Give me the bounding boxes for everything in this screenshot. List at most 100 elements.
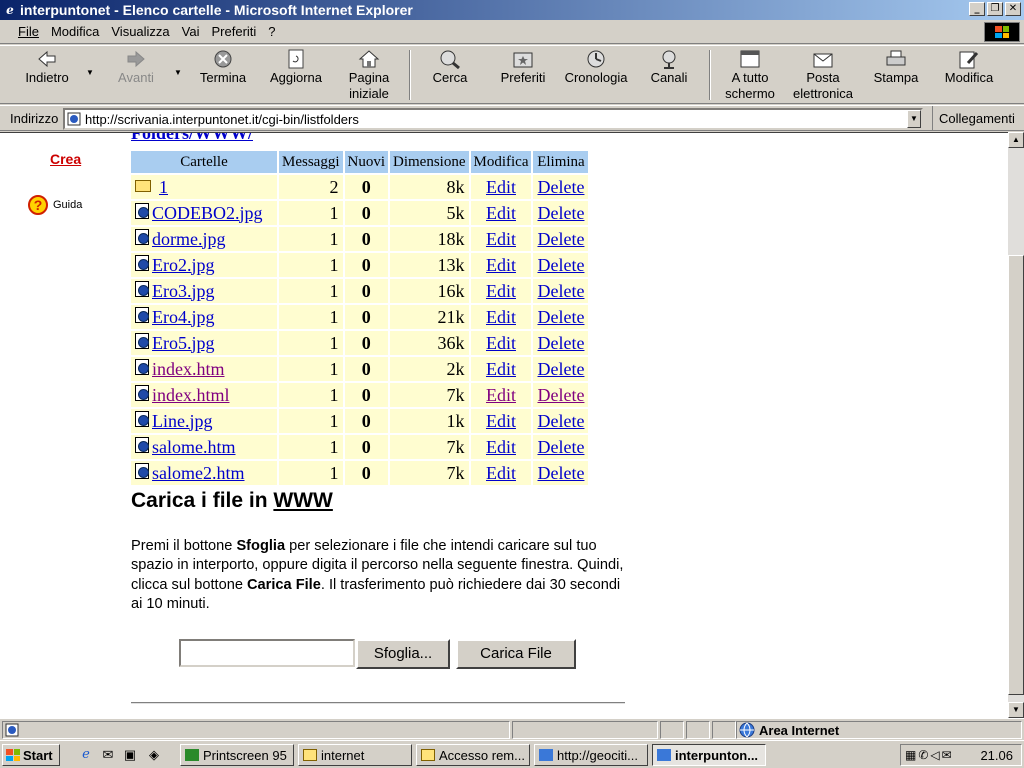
address-dropdown-button[interactable]: ▼ — [907, 110, 921, 128]
cell-delete: Delete — [533, 227, 589, 251]
delete-link[interactable]: Delete — [537, 463, 584, 483]
menu-visualizza[interactable]: Visualizza — [105, 24, 175, 39]
delete-link[interactable]: Delete — [537, 255, 584, 275]
menu-vai[interactable]: Vai — [176, 24, 206, 39]
task-internet[interactable]: internet — [298, 744, 412, 766]
delete-link[interactable]: Delete — [537, 411, 584, 431]
item-link[interactable]: salome2.htm — [152, 463, 245, 483]
search-button[interactable]: Cerca — [420, 48, 480, 104]
delete-link[interactable]: Delete — [537, 307, 584, 327]
task-geocities[interactable]: http://geociti... — [534, 744, 648, 766]
col-messaggi: Messaggi — [279, 151, 343, 173]
refresh-button[interactable]: Aggiorna — [262, 48, 330, 104]
start-button[interactable]: Start — [2, 744, 60, 766]
menu-modifica[interactable]: Modifica — [45, 24, 105, 39]
delete-link[interactable]: Delete — [537, 177, 584, 197]
task-printscreen[interactable]: Printscreen 95 — [180, 744, 294, 766]
stop-button[interactable]: Termina — [192, 48, 254, 104]
fullscreen-button[interactable]: A tutto schermo — [718, 48, 782, 104]
page-viewport[interactable]: Crea ? Guida Folders/WWW/ Cartelle Messa… — [0, 132, 1008, 718]
back-dropdown-icon[interactable]: ▼ — [86, 68, 94, 77]
address-input[interactable]: http://scrivania.interpuntonet.it/cgi-bi… — [63, 108, 923, 130]
channels-quicklaunch-icon[interactable]: ◈ — [146, 747, 162, 763]
menu-help[interactable]: ? — [262, 24, 281, 39]
mail-button[interactable]: Posta elettronica — [786, 48, 860, 104]
item-link[interactable]: salome.htm — [152, 437, 236, 457]
cell-messages: 1 — [279, 279, 343, 303]
home-button[interactable]: Pagina iniziale — [338, 48, 400, 104]
item-link[interactable]: Ero5.jpg — [152, 333, 215, 353]
col-elimina: Elimina — [533, 151, 589, 173]
table-row: CODEBO2.jpg 1 0 5k Edit Delete — [131, 201, 589, 225]
favorites-button[interactable]: Preferiti — [492, 48, 554, 104]
browse-button[interactable]: Sfoglia... — [356, 639, 450, 669]
item-link[interactable]: index.htm — [152, 359, 225, 379]
minimize-button[interactable]: _ — [969, 2, 985, 16]
cell-name: salome.htm — [131, 435, 277, 459]
scroll-up-button[interactable]: ▲ — [1008, 132, 1024, 148]
delete-link[interactable]: Delete — [537, 333, 584, 353]
item-link[interactable]: Ero3.jpg — [152, 281, 215, 301]
title-bar[interactable]: e interpuntonet - Elenco cartelle - Micr… — [0, 0, 1024, 20]
item-link[interactable]: Line.jpg — [152, 411, 213, 431]
delete-link[interactable]: Delete — [537, 281, 584, 301]
outlook-quicklaunch-icon[interactable]: ✉ — [100, 747, 116, 763]
task-accesso-remoto[interactable]: Accesso rem... — [416, 744, 530, 766]
edit-link[interactable]: Edit — [486, 333, 516, 353]
restore-button[interactable]: ❐ — [987, 2, 1003, 16]
forward-dropdown-icon[interactable]: ▼ — [174, 68, 182, 77]
item-link[interactable]: CODEBO2.jpg — [152, 203, 263, 223]
scroll-down-button[interactable]: ▼ — [1008, 702, 1024, 718]
desktop-quicklaunch-icon[interactable]: ▣ — [122, 747, 138, 763]
item-link[interactable]: Ero2.jpg — [152, 255, 215, 275]
edit-button[interactable]: Modifica — [938, 48, 1000, 104]
item-link[interactable]: dorme.jpg — [152, 229, 226, 249]
clock[interactable]: 21.06 — [980, 748, 1013, 763]
menu-preferiti[interactable]: Preferiti — [206, 24, 263, 39]
tray-icons[interactable]: ▦✆◁✉ — [905, 748, 954, 762]
file-icon — [135, 437, 149, 454]
upload-file-button[interactable]: Carica File — [456, 639, 576, 669]
edit-link[interactable]: Edit — [486, 177, 516, 197]
delete-link[interactable]: Delete — [537, 437, 584, 457]
delete-link[interactable]: Delete — [537, 359, 584, 379]
item-link[interactable]: index.html — [152, 385, 230, 405]
history-button[interactable]: Cronologia — [560, 48, 632, 104]
forward-button[interactable]: Avanti — [108, 48, 164, 104]
edit-link[interactable]: Edit — [486, 255, 516, 275]
delete-link[interactable]: Delete — [537, 229, 584, 249]
back-button[interactable]: Indietro — [18, 48, 76, 104]
file-icon — [135, 203, 149, 220]
home-icon — [338, 48, 400, 70]
channels-button[interactable]: Canali — [640, 48, 698, 104]
edit-link[interactable]: Edit — [486, 281, 516, 301]
scroll-thumb[interactable] — [1008, 255, 1024, 695]
ie-quicklaunch-icon[interactable]: e — [78, 747, 94, 763]
delete-link[interactable]: Delete — [537, 203, 584, 223]
edit-link[interactable]: Edit — [486, 463, 516, 483]
folder-path-heading[interactable]: Folders/WWW/ — [131, 133, 253, 144]
edit-link[interactable]: Edit — [486, 359, 516, 379]
file-path-input[interactable] — [179, 639, 355, 667]
menu-file[interactable]: File — [12, 24, 45, 39]
upload-folder-link[interactable]: WWW — [273, 489, 332, 512]
task-interpuntonet[interactable]: interpunton... — [652, 744, 766, 766]
edit-link[interactable]: Edit — [486, 385, 516, 405]
edit-link[interactable]: Edit — [486, 411, 516, 431]
cell-name: Ero3.jpg — [131, 279, 277, 303]
print-button[interactable]: Stampa — [868, 48, 924, 104]
close-button[interactable]: ✕ — [1005, 2, 1021, 16]
edit-link[interactable]: Edit — [486, 307, 516, 327]
crea-link[interactable]: Crea — [50, 151, 81, 167]
item-link[interactable]: Ero4.jpg — [152, 307, 215, 327]
edit-link[interactable]: Edit — [486, 437, 516, 457]
cell-name: Ero4.jpg — [131, 305, 277, 329]
guida-link[interactable]: ? Guida — [28, 195, 82, 215]
links-button[interactable]: Collegamenti — [932, 106, 1015, 130]
vertical-scrollbar[interactable]: ▲ ▼ — [1008, 132, 1024, 718]
cell-size: 13k — [390, 253, 469, 277]
item-link[interactable]: 1 — [159, 177, 168, 197]
edit-link[interactable]: Edit — [486, 229, 516, 249]
delete-link[interactable]: Delete — [537, 385, 584, 405]
edit-link[interactable]: Edit — [486, 203, 516, 223]
